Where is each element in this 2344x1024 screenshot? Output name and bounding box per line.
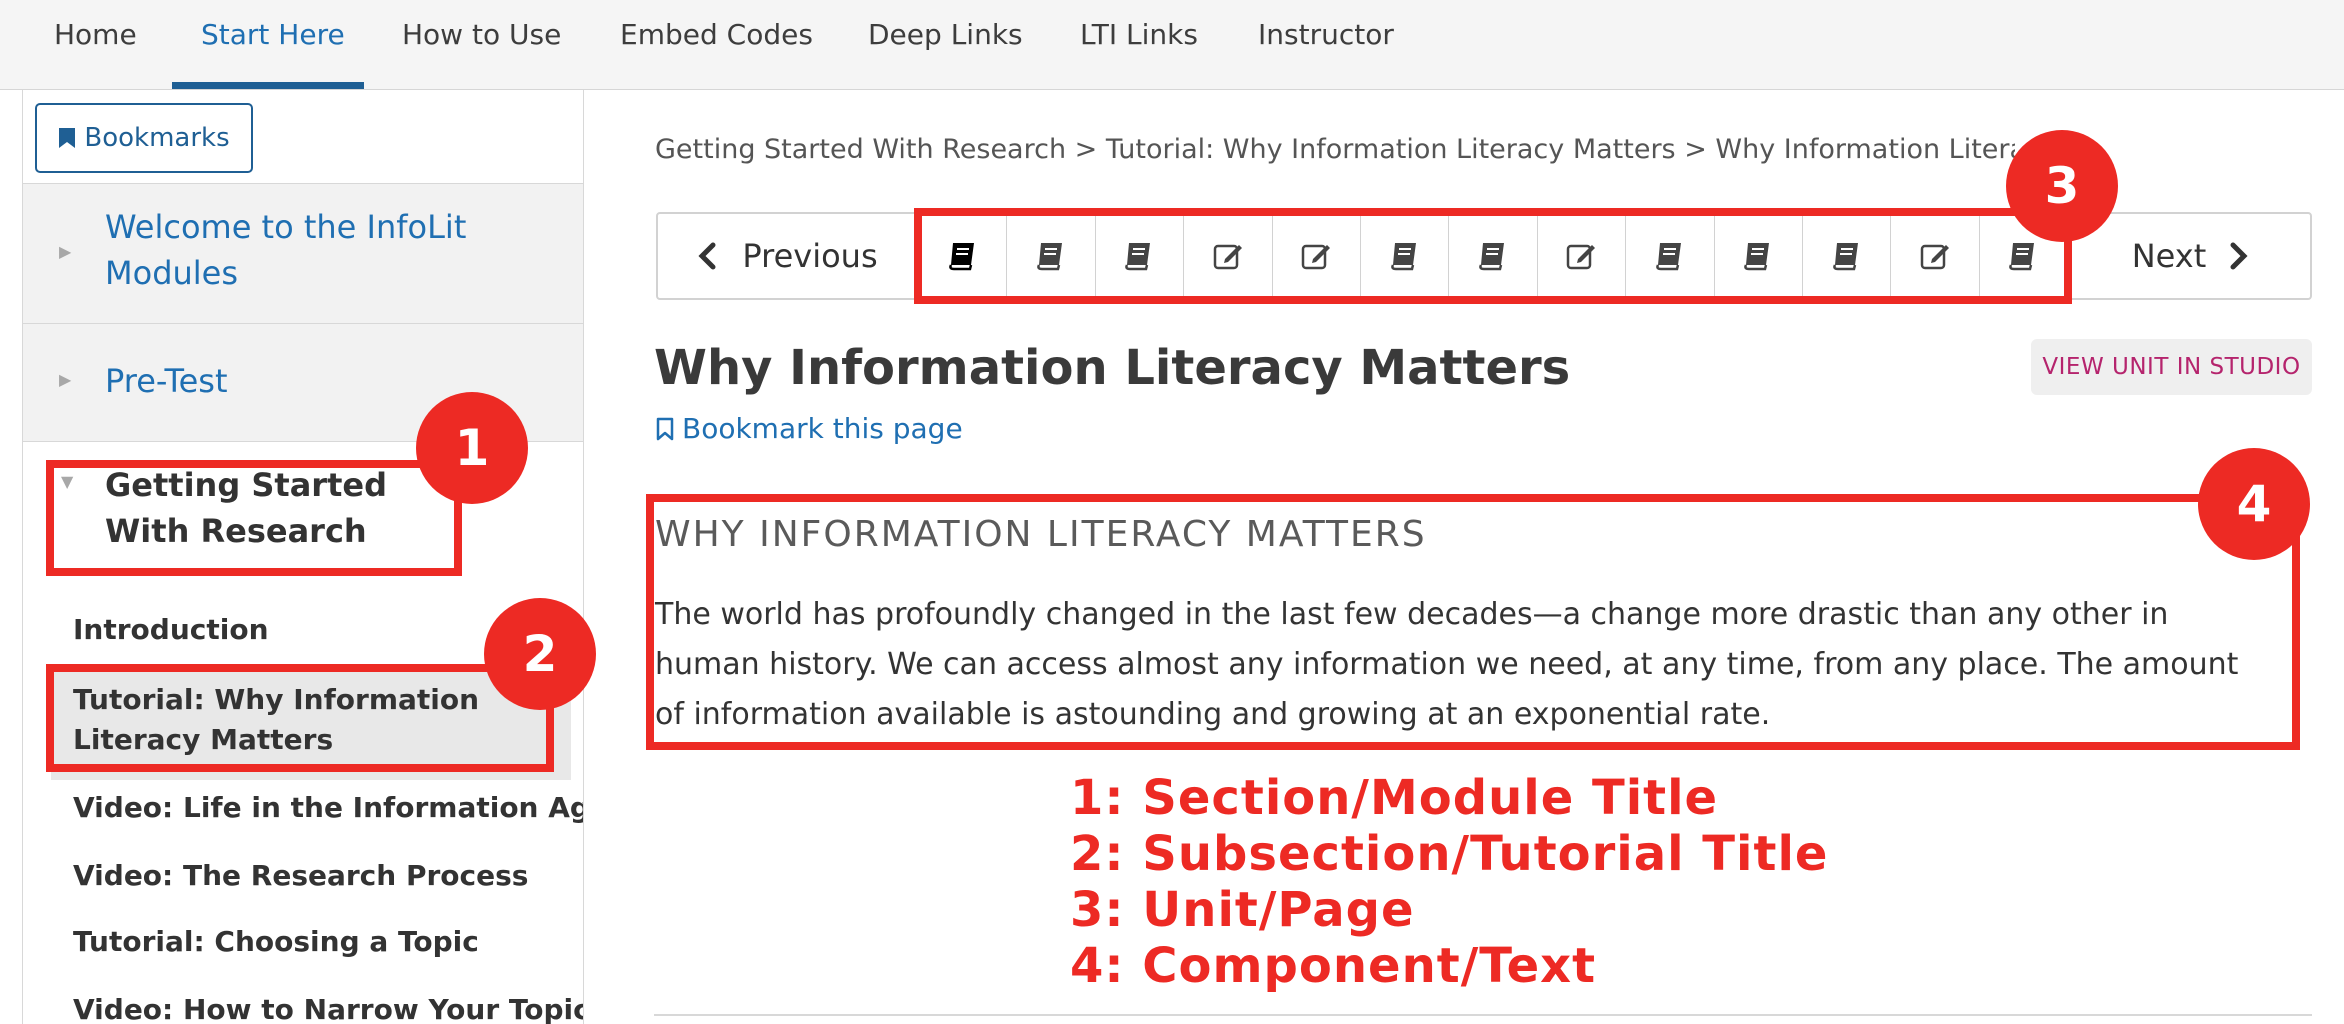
legend-item-4: 4: Component/Text xyxy=(1070,938,1597,994)
caret-right-icon: ▶ xyxy=(59,242,72,261)
content-divider xyxy=(654,1014,2312,1016)
breadcrumb[interactable]: Getting Started With Research > Tutorial… xyxy=(655,134,2015,165)
bookmark-page-link[interactable]: Bookmark this page xyxy=(656,412,963,445)
bookmark-icon xyxy=(59,128,76,148)
tab-lti-links[interactable]: LTI Links xyxy=(1080,18,1198,51)
sidebar-subitem-narrow-topic[interactable]: Video: How to Narrow Your Topic xyxy=(73,990,583,1024)
tab-how-to-use[interactable]: How to Use xyxy=(402,18,561,51)
annotation-marker-4: 4 xyxy=(2198,448,2310,560)
chevron-left-icon xyxy=(698,242,716,270)
sidebar-subitem-video-life[interactable]: Video: Life in the Information Age xyxy=(73,788,583,828)
caret-right-icon: ▶ xyxy=(59,370,72,389)
view-unit-in-studio-button[interactable]: VIEW UNIT IN STUDIO xyxy=(2031,339,2312,395)
tab-deep-links[interactable]: Deep Links xyxy=(868,18,1023,51)
sidebar-subitem-choosing-topic[interactable]: Tutorial: Choosing a Topic xyxy=(73,922,479,962)
tab-embed-codes[interactable]: Embed Codes xyxy=(620,18,813,51)
bookmarks-bar: Bookmarks xyxy=(23,90,583,184)
annotation-box-1 xyxy=(46,460,462,576)
annotation-marker-3: 3 xyxy=(2006,130,2118,242)
legend-item-1: 1: Section/Module Title xyxy=(1070,770,1719,826)
bookmarks-button[interactable]: Bookmarks xyxy=(35,103,253,173)
next-label: Next xyxy=(2131,237,2207,275)
chevron-right-icon xyxy=(2230,242,2248,270)
bookmarks-label: Bookmarks xyxy=(84,123,230,153)
annotation-box-4 xyxy=(646,494,2300,750)
active-tab-indicator xyxy=(172,82,364,89)
top-navigation: Home Start Here How to Use Embed Codes D… xyxy=(0,0,2344,90)
annotation-box-3 xyxy=(914,208,2072,304)
annotation-legend: 1: Section/Module Title 2: Subsection/Tu… xyxy=(1070,770,1828,994)
next-button[interactable]: Next xyxy=(2070,214,2310,298)
annotation-marker-1: 1 xyxy=(416,392,528,504)
annotation-marker-2: 2 xyxy=(484,598,596,710)
sidebar-section-welcome[interactable]: ▶ Welcome to the InfoLit Modules xyxy=(23,184,583,324)
bookmark-outline-icon xyxy=(656,417,674,440)
tab-start-here[interactable]: Start Here xyxy=(201,18,345,51)
legend-item-2: 2: Subsection/Tutorial Title xyxy=(1070,826,1829,882)
bookmark-page-label: Bookmark this page xyxy=(682,412,963,445)
previous-button[interactable]: Previous xyxy=(658,214,918,298)
sidebar-subitem-video-research[interactable]: Video: The Research Process xyxy=(73,856,528,896)
previous-label: Previous xyxy=(742,237,878,275)
tab-instructor[interactable]: Instructor xyxy=(1258,18,1394,51)
page-title: Why Information Literacy Matters xyxy=(654,340,1571,396)
annotation-box-2 xyxy=(46,664,554,772)
sidebar-section-label: Pre-Test xyxy=(105,362,228,400)
sidebar-section-label: Welcome to the InfoLit Modules xyxy=(105,208,467,292)
sidebar-subitem-introduction[interactable]: Introduction xyxy=(73,610,269,650)
tab-home[interactable]: Home xyxy=(54,18,137,51)
legend-item-3: 3: Unit/Page xyxy=(1070,882,1415,938)
